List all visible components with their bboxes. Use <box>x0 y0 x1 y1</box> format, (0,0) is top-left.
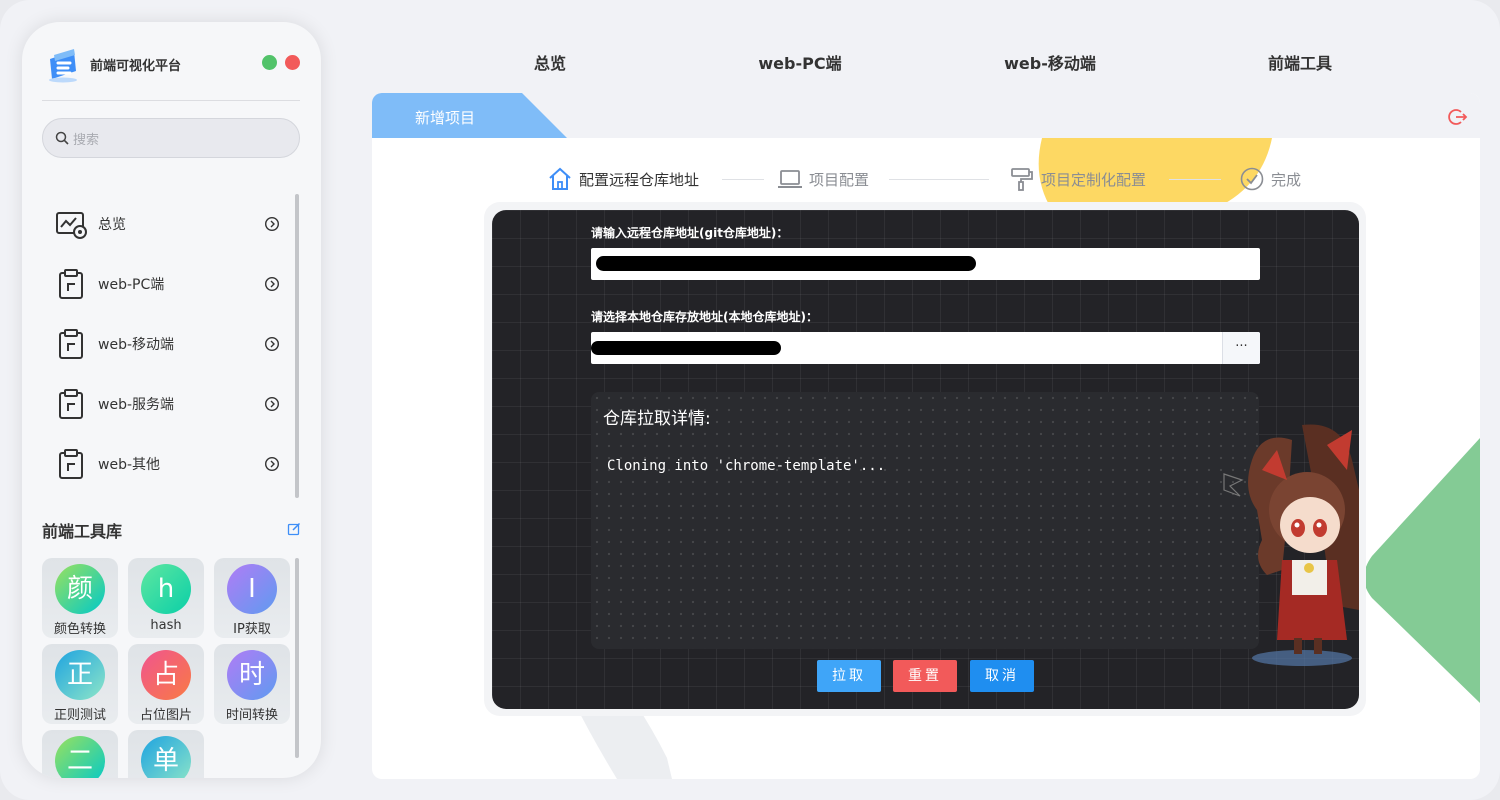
close-button[interactable] <box>285 55 300 70</box>
tool-label: 占位图片 <box>139 708 192 723</box>
search-input[interactable]: 搜索 <box>73 129 99 148</box>
sidebar-item-web-mobile[interactable]: web-移动端 <box>54 322 280 366</box>
topnav-web-pc[interactable]: web-PC端 <box>758 50 841 74</box>
tool-time-convert[interactable]: 时 时间转换 <box>214 644 290 724</box>
nav-scrollbar[interactable] <box>295 194 299 498</box>
search-icon <box>55 131 69 145</box>
tool-label: 正则测试 <box>53 708 106 723</box>
app-window: 前端可视化平台 搜索 总览 web-PC端 web-移动端 web-服务端 we… <box>0 0 1500 800</box>
cancel-button[interactable]: 取消 <box>970 660 1034 692</box>
app-name: 前端可视化平台 <box>90 58 182 74</box>
tool-hash[interactable]: h hash <box>128 558 204 638</box>
logout-icon[interactable] <box>1448 107 1468 127</box>
tool-icon: h <box>141 564 191 614</box>
step-connector <box>722 179 764 180</box>
paint-roller-icon <box>1011 168 1033 191</box>
tool-icon: I <box>227 564 277 614</box>
step-label: 配置远程仓库地址 <box>579 170 700 189</box>
step-connector <box>1169 179 1221 180</box>
toolbox-scrollbar[interactable] <box>295 558 299 758</box>
deco-green-shape <box>1364 438 1480 703</box>
sidebar-item-web-other[interactable]: web-其他 <box>54 442 280 486</box>
tool-ip[interactable]: I IP获取 <box>214 558 290 638</box>
step-label: 项目定制化配置 <box>1041 170 1147 189</box>
tool-color-convert[interactable]: 颜 颜色转换 <box>42 558 118 638</box>
divider <box>42 100 300 101</box>
steps-bar: 配置远程仓库地址 项目配置 项目定制化配置 完成 <box>547 166 1327 192</box>
redacted-text <box>596 256 976 271</box>
tool-item[interactable]: 二 <box>42 730 118 778</box>
reset-button[interactable]: 重置 <box>893 660 957 692</box>
sidebar: 前端可视化平台 搜索 总览 web-PC端 web-移动端 web-服务端 we… <box>22 22 321 778</box>
step-done: 完成 <box>1239 166 1301 192</box>
repo-url-input[interactable] <box>591 248 1260 280</box>
topnav-overview[interactable]: 总览 <box>534 50 566 74</box>
clipboard-icon <box>59 389 83 419</box>
chevron-right-icon <box>264 396 280 412</box>
tool-icon: 时 <box>227 650 277 700</box>
app-logo-icon <box>49 49 77 83</box>
sidebar-item-label: 总览 <box>98 217 126 233</box>
tool-label: 时间转换 <box>225 708 278 723</box>
topnav-frontend-tools[interactable]: 前端工具 <box>1268 50 1332 74</box>
main-panel: 新增项目 配置远程仓库地址 项目配置 项目定制化配置 完成 请输入远程仓库地址(… <box>372 93 1480 779</box>
clone-log-box: 仓库拉取详情: Cloning into 'chrome-template'..… <box>591 392 1259 649</box>
tool-icon: 颜 <box>55 564 105 614</box>
clipboard-icon <box>59 269 83 299</box>
sidebar-item-overview[interactable]: 总览 <box>54 202 280 246</box>
browse-button[interactable]: ··· <box>1222 332 1260 364</box>
sidebar-item-label: web-PC端 <box>98 277 165 293</box>
sidebar-item-web-server[interactable]: web-服务端 <box>54 382 280 426</box>
tool-icon: 单 <box>141 736 191 778</box>
tab-new-project-label: 新增项目 <box>415 109 476 127</box>
laptop-icon <box>778 170 802 188</box>
step-custom-config: 项目定制化配置 <box>1009 166 1146 192</box>
tool-icon: 占 <box>141 650 191 700</box>
tool-label: 颜色转换 <box>53 622 106 637</box>
tool-label: hash <box>150 618 182 633</box>
repo-url-label: 请输入远程仓库地址(git仓库地址)： <box>591 226 789 240</box>
sidebar-item-label: web-移动端 <box>98 337 175 353</box>
pull-button[interactable]: 拉取 <box>817 660 881 692</box>
tool-icon: 正 <box>55 650 105 700</box>
local-path-input[interactable]: ··· <box>591 332 1260 364</box>
step-project-config: 项目配置 <box>777 166 869 192</box>
repo-form-panel: 请输入远程仓库地址(git仓库地址)： 请选择本地仓库存放地址(本地仓库地址)：… <box>492 210 1359 709</box>
step-remote-repo: 配置远程仓库地址 <box>547 166 699 192</box>
step-label: 项目配置 <box>809 170 870 189</box>
tool-placeholder-image[interactable]: 占 占位图片 <box>128 644 204 724</box>
sidebar-item-web-pc[interactable]: web-PC端 <box>54 262 280 306</box>
check-circle-icon <box>1240 167 1264 191</box>
maximize-button[interactable] <box>262 55 277 70</box>
tool-label: IP获取 <box>233 622 271 637</box>
brand: 前端可视化平台 <box>44 44 181 84</box>
log-title: 仓库拉取详情: <box>603 409 711 429</box>
chevron-right-icon <box>264 336 280 352</box>
step-label: 完成 <box>1271 170 1302 189</box>
home-icon <box>549 167 571 190</box>
redacted-text <box>591 341 781 355</box>
sidebar-item-label: web-其他 <box>98 457 161 473</box>
search-box[interactable]: 搜索 <box>42 118 300 158</box>
chevron-right-icon <box>264 456 280 472</box>
tool-item[interactable]: 单 <box>128 730 204 778</box>
dashboard-eye-icon <box>56 212 87 239</box>
mascot-illustration <box>1223 424 1359 666</box>
clipboard-icon <box>59 329 83 359</box>
step-connector <box>889 179 989 180</box>
tool-icon: 二 <box>55 736 105 778</box>
topnav-web-mobile[interactable]: web-移动端 <box>1004 50 1096 74</box>
log-line: Cloning into 'chrome-template'... <box>607 458 886 474</box>
tool-regex-test[interactable]: 正 正则测试 <box>42 644 118 724</box>
toolbox-title: 前端工具库 <box>42 522 123 541</box>
sidebar-item-label: web-服务端 <box>98 397 175 413</box>
local-path-label: 请选择本地仓库存放地址(本地仓库地址)： <box>591 310 818 324</box>
chevron-right-icon <box>264 276 280 292</box>
clipboard-icon <box>59 449 83 479</box>
edit-icon[interactable] <box>287 522 301 536</box>
chevron-right-icon <box>264 216 280 232</box>
